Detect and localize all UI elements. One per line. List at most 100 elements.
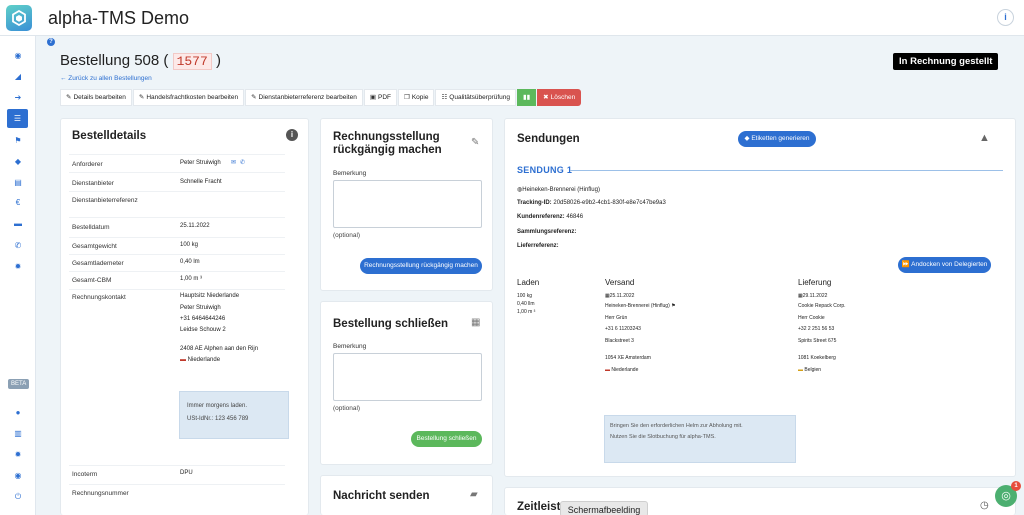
bank-icon[interactable]: ▥ (0, 429, 36, 438)
stats-button[interactable]: ▮▮ (517, 89, 537, 106)
close-order-button[interactable]: Bestellung schließen (411, 431, 482, 447)
forward-icon: ⏩ (901, 261, 912, 268)
eye-icon[interactable]: ◉ (0, 471, 36, 480)
delivery-city: 1081 Koekelberg (798, 355, 836, 361)
gear-icon[interactable]: ✹ (0, 450, 36, 459)
briefcase-icon[interactable]: ▬ (0, 219, 36, 228)
delete-label: Löschen (550, 94, 576, 101)
close-order-remark-input[interactable] (333, 353, 482, 401)
delivery-company: Cookie Repack Corp. (798, 303, 846, 309)
memo-line: Immer morgens laden. (187, 403, 248, 409)
paper-plane-icon[interactable]: ◢ (0, 72, 36, 81)
dispatch-heading: Versand (605, 278, 635, 287)
delivery-contact: Herr Cookie (798, 315, 825, 321)
dispatch-phone[interactable]: +31 6 11203243 (605, 326, 641, 332)
detail-value: Schnelle Fracht (180, 179, 222, 185)
info-icon[interactable]: i (286, 129, 298, 141)
close-order-title: Bestellung schließen (333, 318, 449, 330)
order-details-card: Bestelldetails i Anforderer Peter Struiw… (60, 118, 309, 515)
detail-value: DPU (180, 470, 193, 476)
eye-icon[interactable]: ◉ (0, 51, 36, 60)
copy-button[interactable]: ❐ Kopie (398, 89, 435, 106)
detail-label: Rechnungskontakt (72, 294, 126, 301)
detail-label: Incoterm (72, 471, 98, 478)
clock-icon: ◷ (980, 500, 989, 511)
detail-row: Gesamtgewicht 100 kg (69, 237, 285, 254)
tag-icon[interactable]: ◆ (0, 157, 36, 166)
dispatch-country-label: Niederlande (611, 367, 639, 373)
list-icon[interactable]: ☰ (7, 109, 28, 128)
flag-icon[interactable]: ⚑ (0, 136, 36, 145)
pencil-icon: ✎ (471, 137, 480, 148)
copy-icon: ❐ (404, 94, 410, 101)
detail-label: Anforderer (72, 161, 103, 168)
power-icon[interactable]: ⏻ (0, 492, 36, 502)
detail-label: Gesamtlademeter (72, 260, 124, 267)
detail-row: Bestelldatum 25.11.2022 (69, 217, 285, 237)
phone-icon[interactable]: ✆ (0, 241, 36, 250)
delivery-ref-label: Lieferreferenz: (517, 243, 559, 249)
checklist-icon: ☷ (441, 94, 448, 101)
gear-icon[interactable]: ✹ (0, 262, 36, 271)
flag-nl-icon: ▬ (180, 357, 188, 363)
notification-badge: 1 (1011, 481, 1021, 491)
loading-heading: Laden (517, 278, 540, 287)
chat-icon: ◎ (1001, 490, 1011, 502)
file-icon[interactable]: ▤ (0, 178, 36, 187)
chart-icon: ▮▮ (523, 94, 531, 101)
quality-check-button[interactable]: ☷ Qualitätsüberprüfung (435, 89, 516, 106)
pencil-icon: ✎ (251, 94, 257, 101)
edit-provider-ref-button[interactable]: ✎ Dienstanbieterreferenz bearbeiten (245, 89, 363, 106)
optional-hint: (optional) (333, 232, 361, 239)
euro-icon[interactable]: € (0, 198, 36, 207)
contact-country-label: Niederlande (187, 357, 221, 363)
chat-icon: ▰ (470, 489, 478, 500)
contact-phone[interactable]: +31 6464644246 (180, 316, 225, 322)
user-icon[interactable]: ● (0, 408, 36, 417)
undo-invoice-remark-input[interactable] (333, 180, 482, 228)
detail-value: 100 kg (180, 242, 199, 248)
shipment-heading: SENDUNG 1 (517, 165, 573, 175)
pdf-button[interactable]: ▣ PDF (363, 89, 397, 106)
dispatch-date-value: 25.11.2022 (609, 293, 635, 299)
undo-invoice-button[interactable]: Rechnungsstellung rückgängig machen (360, 258, 482, 274)
app-logo[interactable] (6, 5, 32, 31)
pdf-label: PDF (378, 94, 391, 101)
send-message-card: Nachricht senden ▰ (320, 475, 493, 515)
dock-delegates-button[interactable]: ⏩ Andocken von Delegierten (898, 257, 991, 273)
detail-row: Dienstanbieter Schnelle Fracht (69, 172, 285, 191)
detail-row: Anforderer Peter Struiwigh ✉ ✆ (69, 154, 285, 172)
shipment-note: Bringen Sie den erforderlichen Helm zur … (604, 415, 796, 463)
edit-trade-freight-button[interactable]: ✎ Handelsfrachtkosten bearbeiten (132, 89, 245, 106)
beta-badge: BETA (8, 379, 30, 389)
tracking-value: 20d58026-e9b2-4cb1-830f-e8e7c47be9a3 (553, 200, 666, 206)
detail-value: 1,00 m ³ (180, 276, 203, 282)
mail-icon[interactable]: ✉ (231, 159, 236, 166)
generate-labels-button[interactable]: ◆ Etiketten generieren (738, 131, 816, 147)
dispatch-street: Blackstreet 3 (605, 338, 634, 344)
dispatch-contact: Herr Grün (605, 315, 628, 321)
detail-label: Dienstanbieterreferenz (72, 197, 138, 204)
delete-button[interactable]: ✖ Löschen (537, 89, 582, 106)
status-badge: In Rechnung gestellt (893, 53, 999, 70)
edit-details-button[interactable]: ✎ Details bearbeiten (60, 89, 132, 106)
pencil-icon: ✎ (66, 94, 72, 101)
loading-lm: 0,40 llm (517, 301, 535, 307)
dock-delegates-label: Andocken von Delegierten (911, 261, 988, 268)
detail-row: Dienstanbieterreferenz (69, 191, 285, 217)
shipments-title: Sendungen (517, 133, 580, 145)
detail-row: Gesamt-CBM 1,00 m ³ (69, 271, 285, 289)
detail-label: Rechnungsnummer (72, 490, 129, 497)
delivery-phone[interactable]: +32 2 251 56 53 (798, 326, 834, 332)
shipper-line: ◍Heineken-Brennerei (Hinflug) (517, 186, 600, 193)
customer-ref-value: 46846 (566, 214, 584, 220)
help-icon[interactable]: ? (47, 38, 55, 46)
flag-icon: ⚑ (669, 303, 676, 309)
detail-label: Dienstanbieter (72, 180, 114, 187)
info-icon[interactable]: i (997, 9, 1014, 26)
tooltip: Schermafbeelding (560, 501, 648, 515)
delivery-street: Spirits Street 675 (798, 338, 837, 344)
arrow-right-icon[interactable]: ➔ (0, 93, 36, 102)
back-link[interactable]: ← Zurück zu allen Bestellungen (60, 75, 152, 82)
phone-icon[interactable]: ✆ (240, 159, 245, 166)
